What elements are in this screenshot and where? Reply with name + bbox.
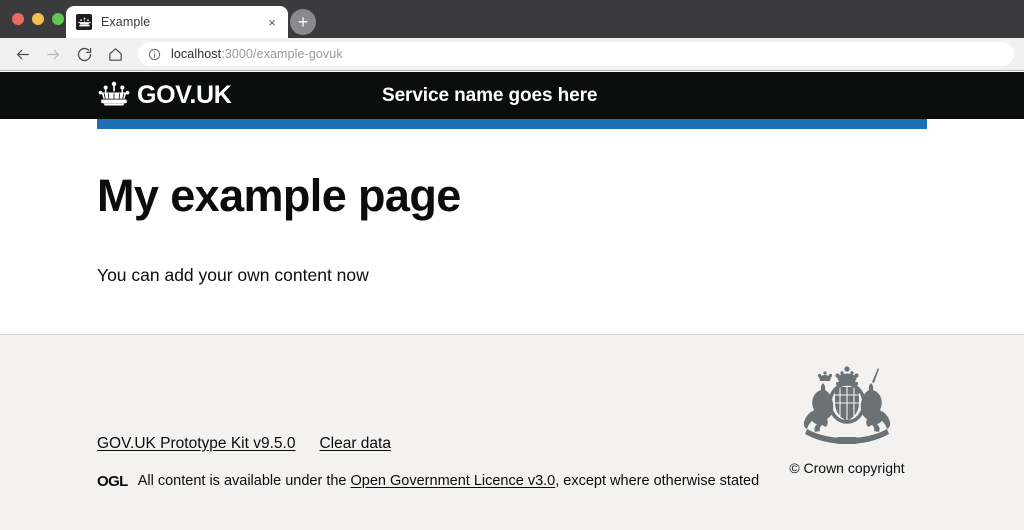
accent-bar-wrapper: [0, 119, 1024, 129]
crown-copyright: © Crown copyright: [767, 363, 927, 478]
service-name-link[interactable]: Service name goes here: [382, 85, 597, 107]
browser-tab[interactable]: Example ×: [66, 6, 288, 38]
govuk-header: GOV.UK Service name goes here: [0, 72, 1024, 119]
address-bar[interactable]: localhost:3000/example-govuk: [138, 42, 1014, 66]
blue-accent-bar: [97, 119, 927, 129]
tab-close-icon[interactable]: ×: [264, 14, 280, 30]
page-title: My example page: [97, 170, 461, 221]
licence-prefix: All content is available under the: [137, 473, 351, 489]
royal-coat-of-arms-icon: [767, 363, 927, 454]
maximize-window-button[interactable]: [52, 13, 64, 25]
address-bar-url: localhost:3000/example-govuk: [171, 47, 343, 61]
url-path: :3000/example-govuk: [221, 47, 343, 61]
open-government-licence-link[interactable]: Open Government Licence v3.0: [351, 473, 556, 489]
footer-links: GOV.UK Prototype Kit v9.5.0 Clear data: [97, 435, 391, 453]
govuk-logo-link[interactable]: GOV.UK: [97, 81, 232, 111]
page-body-text: You can add your own content now: [97, 265, 369, 286]
back-button[interactable]: [8, 40, 36, 68]
crown-copyright-text: © Crown copyright: [789, 460, 905, 476]
new-tab-button[interactable]: +: [290, 9, 316, 35]
govuk-logotype: GOV.UK: [137, 81, 232, 109]
browser-window: Example × + localhost:3000/example-govuk…: [0, 0, 1024, 530]
url-host: localhost: [171, 47, 222, 61]
govuk-footer: GOV.UK Prototype Kit v9.5.0 Clear data O…: [0, 334, 1024, 530]
footer-licence: OGL All content is available under the O…: [97, 472, 759, 491]
tab-title: Example: [101, 15, 151, 29]
licence-text: All content is available under the Open …: [138, 472, 759, 491]
govuk-crown-favicon-icon: [76, 14, 92, 30]
browser-toolbar: localhost:3000/example-govuk: [0, 38, 1024, 71]
minimize-window-button[interactable]: [32, 13, 44, 25]
licence-suffix: , except where otherwise stated: [555, 473, 760, 489]
page-viewport: GOV.UK Service name goes here My example…: [0, 72, 1024, 530]
browser-tab-strip: Example × +: [0, 0, 1024, 38]
prototype-kit-version-link[interactable]: GOV.UK Prototype Kit v9.5.0: [97, 435, 295, 453]
window-controls: [12, 13, 64, 25]
forward-button[interactable]: [39, 40, 67, 68]
clear-data-link[interactable]: Clear data: [319, 435, 391, 453]
info-circle-icon[interactable]: [148, 48, 163, 61]
home-button[interactable]: [101, 40, 129, 68]
reload-button[interactable]: [70, 40, 98, 68]
ogl-logo-icon: OGL: [97, 472, 128, 490]
govuk-crown-icon: [97, 81, 131, 111]
close-window-button[interactable]: [12, 13, 24, 25]
